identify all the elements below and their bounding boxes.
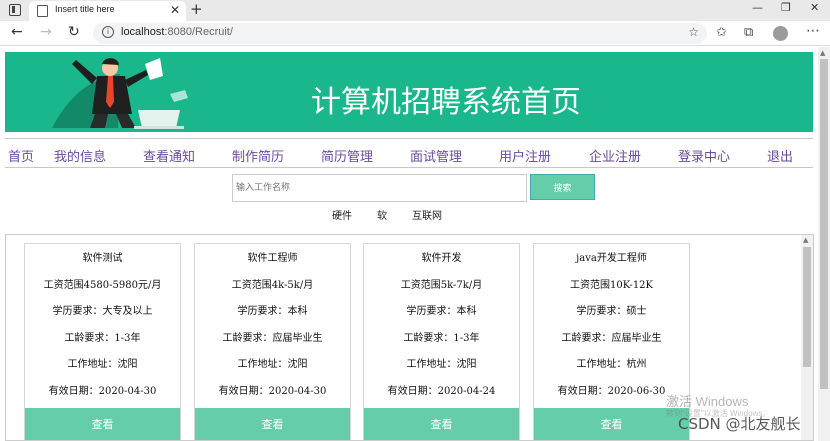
category-software[interactable]: 软 — [377, 207, 387, 222]
view-job-button[interactable]: 查看 — [364, 408, 519, 440]
favorite-icon[interactable]: ☆ — [688, 25, 699, 39]
nav-home[interactable]: 首页 — [8, 146, 34, 165]
page-scroll-up-icon[interactable]: ▲ — [820, 49, 825, 57]
more-menu-icon[interactable]: ⋯ — [806, 23, 820, 39]
refresh-icon[interactable]: ↻ — [68, 24, 80, 40]
collections-icon[interactable]: ⧉ — [744, 25, 753, 40]
search-button[interactable]: 搜索 — [530, 174, 595, 200]
page-viewport: 计算机招聘系统首页 首页 我的信息 查看通知 制作简历 简历管理 面试管理 用户… — [0, 47, 830, 441]
nav-login[interactable]: 登录中心 — [678, 146, 730, 165]
job-experience: 工龄要求：1-3年 — [403, 333, 480, 344]
view-job-button[interactable]: 查看 — [25, 408, 180, 440]
job-salary: 工资范围4580-5980元/月 — [43, 280, 162, 291]
header-banner: 计算机招聘系统首页 — [5, 52, 813, 132]
view-job-button[interactable]: 查看 — [195, 408, 350, 440]
job-search-input[interactable] — [232, 174, 527, 202]
nav-notifications[interactable]: 查看通知 — [143, 146, 195, 165]
job-title: java开发工程师 — [576, 253, 647, 264]
job-location: 工作地址：沈阳 — [406, 359, 477, 370]
nav-interviews[interactable]: 面试管理 — [410, 146, 462, 165]
list-scroll-thumb[interactable] — [803, 247, 811, 367]
new-tab-icon[interactable]: + — [190, 0, 203, 18]
job-experience: 工龄要求：1-3年 — [64, 333, 141, 344]
job-expiry: 有效日期：2020-04-30 — [48, 386, 157, 397]
nav-resume-manage[interactable]: 简历管理 — [321, 146, 373, 165]
back-icon[interactable]: ← — [11, 24, 23, 40]
address-bar: ← → ↻ i localhost:8080/Recruit/ ☆ ✩ ⧉ ⋯ — [0, 21, 830, 46]
site-info-icon[interactable]: i — [102, 26, 114, 38]
nav-company-register[interactable]: 企业注册 — [589, 146, 641, 165]
main-nav: 首页 我的信息 查看通知 制作简历 简历管理 面试管理 用户注册 企业注册 登录… — [5, 138, 813, 168]
nav-logout[interactable]: 退出 — [767, 146, 793, 165]
job-salary: 工资范围4k-5k/月 — [231, 280, 314, 291]
job-expiry: 有效日期：2020-04-24 — [387, 386, 496, 397]
job-experience: 工龄要求：应届毕业生 — [222, 333, 323, 344]
csdn-watermark: CSDN @北友舰长 — [678, 415, 801, 433]
job-location: 工作地址：杭州 — [576, 359, 647, 370]
job-salary: 工资范围5k-7k/月 — [400, 280, 483, 291]
page-title: 计算机招聘系统首页 — [311, 85, 581, 120]
recruiter-illustration — [52, 58, 188, 129]
profile-avatar[interactable] — [773, 26, 788, 41]
job-education: 学历要求：本科 — [406, 306, 477, 317]
job-education: 学历要求：硕士 — [576, 306, 647, 317]
job-experience: 工龄要求：应届毕业生 — [561, 333, 662, 344]
job-title: 软件测试 — [82, 253, 123, 264]
nav-create-resume[interactable]: 制作简历 — [232, 146, 284, 165]
minimize-icon[interactable]: — — [752, 1, 763, 14]
nav-user-register[interactable]: 用户注册 — [499, 146, 551, 165]
tab-actions-icon[interactable] — [9, 4, 21, 16]
url-field[interactable]: i localhost:8080/Recruit/ ☆ — [93, 23, 707, 44]
nav-my-info[interactable]: 我的信息 — [54, 146, 106, 165]
restore-icon[interactable]: ❐ — [781, 1, 791, 14]
url-path: :8080/Recruit/ — [164, 26, 233, 38]
job-location: 工作地址：沈阳 — [67, 359, 138, 370]
scroll-up-icon[interactable]: ▲ — [803, 236, 808, 244]
browser-tab[interactable]: Insert title here ✕ — [29, 1, 186, 21]
url-host: localhost — [121, 26, 165, 38]
browser-tab-bar: Insert title here ✕ + — ❐ ✕ — [0, 0, 830, 21]
job-education: 学历要求：本科 — [237, 306, 308, 317]
category-internet[interactable]: 互联网 — [412, 207, 442, 222]
forward-icon[interactable]: → — [40, 24, 52, 40]
favorites-list-icon[interactable]: ✩ — [716, 25, 727, 40]
close-window-icon[interactable]: ✕ — [810, 1, 819, 14]
job-title: 软件开发 — [421, 253, 462, 264]
job-card: 软件工程师 工资范围4k-5k/月 学历要求：本科 工龄要求：应届毕业生 工作地… — [194, 243, 351, 440]
page-scrollbar[interactable]: ▲ — [818, 47, 830, 441]
page-icon — [37, 5, 48, 17]
page-scroll-thumb[interactable] — [820, 59, 828, 389]
tab-title: Insert title here — [55, 4, 115, 14]
job-expiry: 有效日期：2020-04-30 — [218, 386, 327, 397]
job-card: 软件开发 工资范围5k-7k/月 学历要求：本科 工龄要求：1-3年 工作地址：… — [363, 243, 520, 440]
job-card: 软件测试 工资范围4580-5980元/月 学历要求：大专及以上 工龄要求：1-… — [24, 243, 181, 440]
category-hardware[interactable]: 硬件 — [332, 207, 352, 222]
job-salary: 工资范围10K-12K — [569, 280, 654, 291]
job-education: 学历要求：大专及以上 — [52, 306, 153, 317]
list-scrollbar[interactable]: ▲ — [801, 235, 813, 440]
close-tab-icon[interactable]: ✕ — [170, 3, 180, 17]
job-location: 工作地址：沈阳 — [237, 359, 308, 370]
url-text: localhost:8080/Recruit/ — [121, 26, 233, 38]
job-title: 软件工程师 — [247, 253, 298, 264]
